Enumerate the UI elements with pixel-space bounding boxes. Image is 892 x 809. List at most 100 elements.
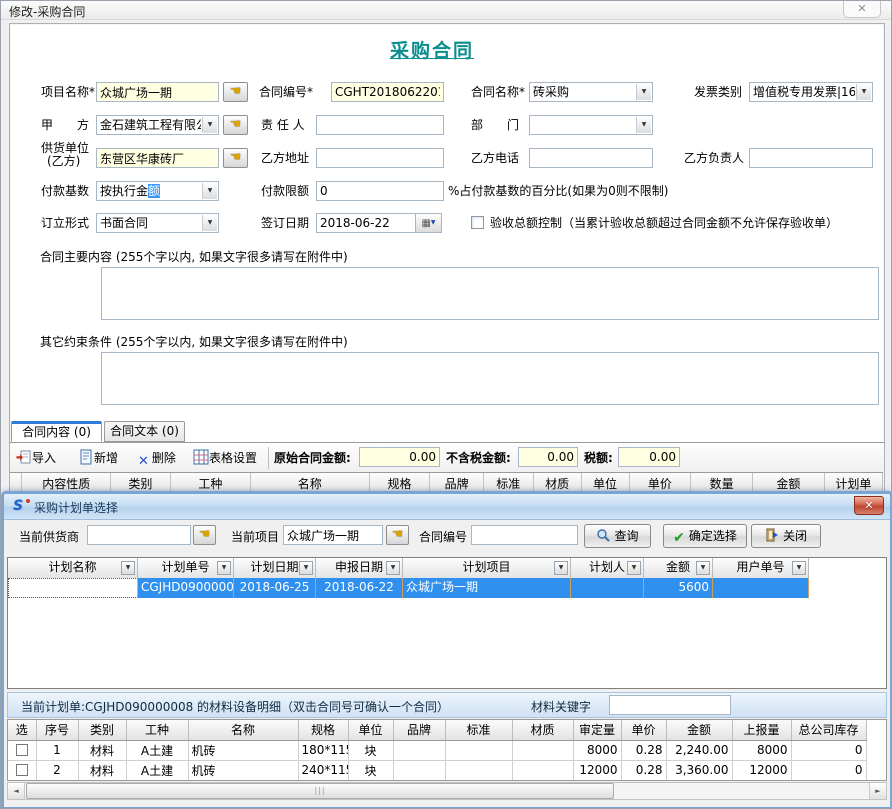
chevron-down-icon[interactable]: ▼ [202,117,217,133]
party-b-addr-input[interactable] [316,148,444,168]
pay-base-combo[interactable]: 按执行金额 ▼ [96,181,219,201]
project-picker-button[interactable]: ☚ [223,82,248,102]
column-header[interactable]: 品牌 [430,473,483,493]
scroll-right-arrow-icon[interactable]: ► [869,783,886,799]
column-header[interactable]: 工种 [170,473,250,493]
pay-base-value: 按执行金额 [100,182,201,200]
import-button[interactable]: 导入 [16,447,56,469]
window-close-button[interactable]: ✕ [843,1,881,18]
supplier-label-line2: (乙方) [47,155,80,168]
responsible-input[interactable] [316,115,444,135]
delete-button[interactable]: ✕删除 [138,447,176,469]
column-header[interactable]: 单位 [581,473,629,493]
accept-total-checkbox[interactable] [471,216,484,229]
query-button[interactable]: 查询 [584,524,651,548]
column-header[interactable]: 计划单 [824,473,882,493]
filter-dropdown-icon[interactable]: ▼ [792,561,806,575]
party-a-picker-button[interactable]: ☚ [223,115,248,135]
report-date-cell[interactable]: 2018-06-22 [316,578,403,598]
plan-name-cell[interactable] [8,578,138,598]
column-header[interactable]: 金额 [752,473,824,493]
column-header[interactable]: 单价 [629,473,691,493]
tab-contract-content[interactable]: 合同内容 (0) [11,421,102,442]
plan-grid-selected-row[interactable]: CGJHD090000008 2018-06-25 2018-06-22 众城广… [8,578,809,598]
plan-column-header[interactable]: 金额▼ [644,558,713,578]
sign-date-label: 签订日期 [261,213,309,233]
amount-cell[interactable]: 5600 [644,578,713,598]
material-row[interactable]: 2 材料 A土建 机砖 240*115* 块 12000 0.28 3,360.… [8,760,866,780]
filter-dropdown-icon[interactable]: ▼ [121,561,135,575]
sign-date-input[interactable] [316,213,416,233]
current-supplier-input[interactable] [87,525,191,545]
material-row[interactable]: 1 材料 A土建 机砖 180*115* 块 8000 0.28 2,240.0… [8,740,866,760]
party-a-combo[interactable]: 金石建筑工程有限公 ▼ [96,115,219,135]
chevron-down-icon[interactable]: ▼ [202,215,217,231]
project-cell[interactable]: 众城广场一期 [403,578,571,598]
other-terms-textarea[interactable] [101,352,879,405]
column-header: 工种 [126,720,188,740]
plan-column-header[interactable]: 计划日期▼ [234,558,316,578]
filter-dropdown-icon[interactable]: ▼ [554,561,568,575]
scrollbar-thumb[interactable]: ||| [26,783,614,799]
chevron-down-icon[interactable]: ▼ [636,84,651,100]
approved-qty-cell: 12000 [573,760,621,780]
chevron-down-icon[interactable]: ▼ [636,117,651,133]
filter-dropdown-icon[interactable]: ▼ [627,561,641,575]
plan-column-header[interactable]: 用户单号▼ [713,558,809,578]
plan-column-header[interactable]: 计划项目▼ [403,558,571,578]
column-header[interactable]: 内容性质 [22,473,110,493]
column-header[interactable]: 名称 [250,473,369,493]
plan-no-cell[interactable]: CGJHD090000008 [138,578,234,598]
contract-name-combo[interactable]: 砖采购 ▼ [529,82,653,102]
row-checkbox[interactable] [16,764,28,776]
column-header[interactable]: 数量 [691,473,753,493]
user-no-cell[interactable] [713,578,809,598]
notax-amount-input[interactable] [518,447,578,467]
supplier-input[interactable] [96,148,219,168]
current-project-input[interactable] [283,525,383,545]
form-type-combo[interactable]: 书面合同 ▼ [96,213,219,233]
column-header[interactable]: 类别 [110,473,170,493]
filter-dropdown-icon[interactable]: ▼ [386,561,400,575]
plan-column-header[interactable]: 计划单号▼ [138,558,234,578]
plan-column-header[interactable]: 计划人▼ [571,558,644,578]
plan-date-cell[interactable]: 2018-06-25 [234,578,316,598]
dialog-close-button[interactable]: ✕ [854,496,884,515]
keyword-input[interactable] [609,695,731,715]
horizontal-scrollbar[interactable]: ◄ ||| ► [7,782,887,800]
scroll-left-arrow-icon[interactable]: ◄ [8,783,25,799]
invoice-type-combo[interactable]: 增值税专用发票|16 ▼ [749,82,873,102]
party-a-value: 金石建筑工程有限公 [100,116,201,134]
column-header[interactable]: 规格 [369,473,430,493]
project-picker-button[interactable]: ☚ [386,525,409,545]
row-checkbox[interactable] [16,744,28,756]
dept-combo[interactable]: ▼ [529,115,653,135]
pay-limit-input[interactable] [316,181,444,201]
column-header[interactable]: 材质 [533,473,581,493]
plan-column-header[interactable]: 计划名称▼ [8,558,138,578]
main-content-textarea[interactable] [101,267,879,320]
table-settings-button[interactable]: 表格设置 [193,447,257,469]
add-button[interactable]: 新增 [78,447,118,469]
tab-contract-text[interactable]: 合同文本 (0) [104,421,185,442]
supplier-picker-button[interactable]: ☚ [193,525,216,545]
project-input[interactable] [96,82,219,102]
supplier-picker-button[interactable]: ☚ [223,148,248,168]
orig-amount-input[interactable] [359,447,440,467]
party-b-head-input[interactable] [749,148,873,168]
chevron-down-icon[interactable]: ▼ [202,183,217,199]
chevron-down-icon[interactable]: ▼ [856,84,871,100]
plan-column-header[interactable]: 申报日期▼ [316,558,403,578]
tax-amount-input[interactable] [618,447,680,467]
column-header[interactable]: 标准 [483,473,533,493]
party-b-tel-input[interactable] [529,148,653,168]
close-dialog-button[interactable]: 关闭 [751,524,821,548]
filter-dropdown-icon[interactable]: ▼ [217,561,231,575]
filter-dropdown-icon[interactable]: ▼ [299,561,313,575]
filter-dropdown-icon[interactable]: ▼ [696,561,710,575]
contract-no-input[interactable] [471,525,578,545]
confirm-select-button[interactable]: ✔确定选择 [663,524,747,548]
contract-no-input[interactable] [331,82,444,102]
calendar-dropdown-button[interactable]: ▦▼ [416,213,442,233]
planner-cell[interactable] [571,578,644,598]
